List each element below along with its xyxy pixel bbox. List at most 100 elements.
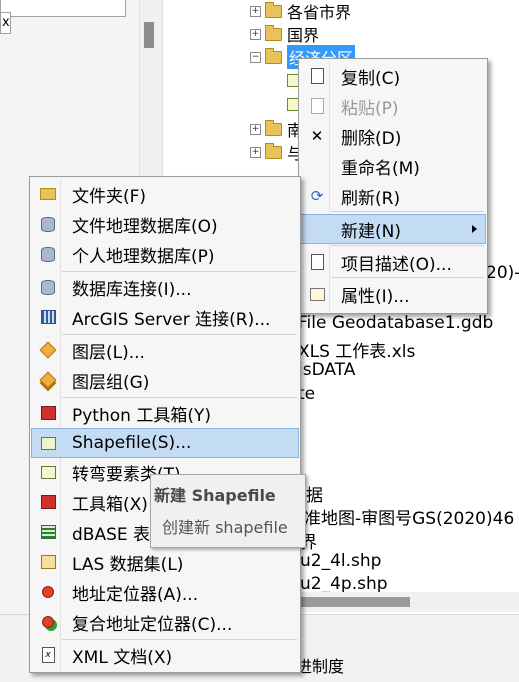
submenu-item-database-connection[interactable]: 数据库连接(I)... — [32, 273, 298, 301]
paste-icon — [309, 98, 325, 114]
tree-item-label: 各省市界 — [287, 3, 352, 22]
menu-item-label: 重命名(M) — [341, 158, 420, 179]
submenu-item-shapefile[interactable]: Shapefile(S)... — [31, 428, 299, 458]
personal-geodatabase-icon — [40, 246, 56, 262]
submenu-item-arcgis-server-connection[interactable]: ArcGIS Server 连接(R)... — [32, 303, 298, 331]
python-toolbox-icon — [40, 405, 56, 421]
turn-feature-class-icon — [40, 464, 56, 480]
menu-item-label: LAS 数据集(L) — [72, 554, 184, 575]
submenu-item-address-locator[interactable]: 地址定位器(A)... — [32, 578, 298, 606]
menu-separator — [62, 271, 297, 272]
copy-icon — [309, 68, 325, 84]
las-dataset-icon — [40, 554, 56, 570]
delete-icon: ✕ — [310, 127, 324, 145]
toolbox-icon — [40, 494, 56, 510]
list-item[interactable]: u2_4p.shp — [300, 574, 388, 594]
menu-item-label: 个人地理数据库(P) — [72, 246, 215, 267]
new-submenu: 文件夹(F) 文件地理数据库(O) 个人地理数据库(P) 数据库连接(I)...… — [29, 176, 301, 673]
menu-item-properties[interactable]: 属性(I)... — [301, 280, 485, 308]
dbase-table-icon — [40, 524, 56, 540]
menu-item-label: 地址定位器(A)... — [72, 584, 199, 605]
menu-item-label: XML 文档(X) — [72, 647, 173, 668]
properties-icon — [309, 286, 325, 302]
menu-separator — [331, 211, 484, 212]
menu-separator — [62, 397, 297, 398]
submenu-item-group-layer[interactable]: 图层组(G) — [32, 366, 298, 394]
list-item[interactable]: isDATA — [298, 360, 355, 380]
arcgis-server-icon — [40, 309, 56, 325]
tree-item[interactable]: + 各省市界 — [250, 0, 351, 22]
list-item[interactable]: 准地图-审图号GS(2020)46 — [304, 504, 514, 529]
folder-icon — [265, 119, 282, 136]
tree-item[interactable]: + 与 — [250, 141, 303, 163]
menu-item-rename[interactable]: 重命名(M) — [301, 152, 485, 180]
menu-item-refresh[interactable]: ⟳ 刷新(R) — [301, 182, 485, 210]
list-item[interactable]: File Geodatabase1.gdb — [298, 313, 493, 333]
menu-separator — [62, 334, 297, 335]
submenu-item-python-toolbox[interactable]: Python 工具箱(Y) — [32, 399, 298, 427]
submenu-item-xml-document[interactable]: x XML 文档(X) — [32, 641, 298, 669]
submenu-item-layer[interactable]: 图层(L)... — [32, 336, 298, 364]
left-pane-box — [0, 0, 126, 17]
menu-item-delete[interactable]: ✕ 删除(D) — [301, 122, 485, 150]
folder-open-icon — [265, 47, 282, 64]
menu-item-label: dBASE 表 — [72, 524, 151, 545]
description-icon — [309, 254, 325, 270]
left-pane-fragment: x — [0, 12, 11, 34]
submenu-item-composite-address-locator[interactable]: 复合地址定位器(C)... — [32, 608, 298, 636]
tooltip-description: 创建新 shapefile — [162, 518, 288, 537]
tree-item-label: 国界 — [287, 26, 320, 45]
menu-item-label: 刷新(R) — [341, 188, 401, 209]
collapse-icon[interactable]: − — [250, 51, 261, 63]
menu-item-copy[interactable]: 复制(C) — [301, 62, 485, 90]
submenu-item-las-dataset[interactable]: LAS 数据集(L) — [32, 548, 298, 576]
menu-item-label: 属性(I)... — [341, 286, 410, 307]
layer-icon — [39, 341, 57, 359]
menu-item-label: 工具箱(X) — [72, 494, 148, 515]
list-item[interactable]: 20)- — [486, 263, 519, 283]
status-text: 进制度 — [296, 657, 345, 676]
expand-icon[interactable]: + — [250, 146, 261, 158]
submenu-item-file-geodatabase[interactable]: 文件地理数据库(O) — [32, 210, 298, 238]
shapefile-icon — [40, 435, 56, 451]
menu-item-new[interactable]: 新建(N) — [300, 214, 486, 244]
list-item[interactable]: 据 — [306, 481, 323, 506]
folder-icon — [265, 1, 282, 18]
menu-item-label: 数据库连接(I)... — [72, 279, 192, 300]
menu-item-label: 图层组(G) — [72, 372, 150, 393]
menu-separator — [62, 639, 297, 640]
menu-item-label: 项目描述(O)... — [341, 254, 452, 275]
submenu-item-personal-geodatabase[interactable]: 个人地理数据库(P) — [32, 240, 298, 268]
expand-icon[interactable]: + — [250, 5, 261, 17]
menu-item-label: 新建(N) — [341, 221, 401, 242]
folder-icon — [40, 186, 56, 202]
vertical-scroll-thumb[interactable] — [144, 22, 154, 48]
expand-icon[interactable]: + — [250, 28, 261, 40]
list-item[interactable]: u2_4l.shp — [300, 551, 381, 571]
tree-item[interactable]: + 南 — [250, 118, 303, 140]
submenu-arrow-icon — [472, 225, 477, 233]
expand-icon[interactable]: + — [250, 123, 261, 135]
composite-locator-icon — [40, 614, 56, 630]
menu-item-label: 复制(C) — [341, 68, 401, 89]
menu-item-label: ArcGIS Server 连接(R)... — [72, 309, 271, 330]
menu-item-label: Shapefile(S)... — [72, 433, 192, 453]
menu-item-item-description[interactable]: 项目描述(O)... — [301, 248, 485, 276]
tree-item[interactable]: + 国界 — [250, 23, 319, 45]
context-menu: 复制(C) 粘贴(P) ✕ 删除(D) 重命名(M) ⟳ 刷新(R) 新建(N)… — [298, 58, 488, 314]
xml-document-icon: x — [40, 647, 56, 663]
menu-separator — [331, 245, 484, 246]
menu-item-label: 复合地址定位器(C)... — [72, 614, 233, 635]
tooltip: 新建 Shapefile 创建新 shapefile — [150, 474, 306, 548]
folder-icon — [265, 142, 282, 159]
menu-item-label: 粘贴(P) — [341, 98, 399, 119]
submenu-item-folder[interactable]: 文件夹(F) — [32, 180, 298, 208]
menu-item-label: 文件地理数据库(O) — [72, 216, 218, 237]
address-locator-icon — [40, 584, 56, 600]
tooltip-title: 新建 Shapefile — [154, 486, 276, 505]
menu-item-label: Python 工具箱(Y) — [72, 405, 211, 426]
file-geodatabase-icon — [40, 216, 56, 232]
list-item[interactable]: XLS 工作表.xls — [298, 337, 415, 362]
menu-item-label: 删除(D) — [341, 128, 402, 149]
folder-icon — [265, 24, 282, 41]
